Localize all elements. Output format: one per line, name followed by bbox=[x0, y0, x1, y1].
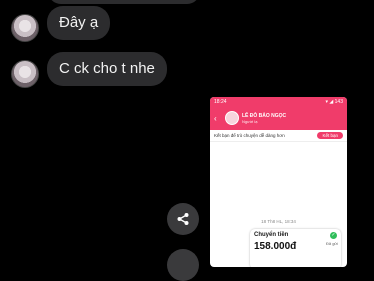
previous-message-bubble bbox=[48, 0, 200, 4]
screenshot-friend-bar: Kết bạn để trò chuyện dễ dàng hơn Kết bạ… bbox=[210, 130, 347, 142]
message-bubble[interactable]: Đây ạ bbox=[47, 6, 111, 40]
screenshot-contact-avatar bbox=[225, 111, 239, 125]
transfer-title: Chuyển tiền bbox=[254, 232, 289, 238]
screenshot-time: 18:24 bbox=[214, 98, 227, 105]
screenshot-status-icons: ▾ ◢ 143 bbox=[325, 98, 343, 105]
sender-avatar[interactable] bbox=[11, 60, 39, 88]
screenshot-transfer-card: Chuyển tiền ✓ 158.000đ Đã gửi bbox=[250, 229, 341, 267]
message-action-button[interactable] bbox=[167, 249, 199, 281]
transfer-status: Đã gửi bbox=[325, 241, 338, 246]
back-arrow-icon: ‹ bbox=[214, 113, 217, 123]
check-icon: ✓ bbox=[330, 232, 337, 239]
share-button[interactable] bbox=[167, 203, 199, 235]
message-text: C ck cho t nhe bbox=[59, 60, 155, 77]
message-bubble[interactable]: C ck cho t nhe bbox=[47, 52, 167, 86]
sender-avatar[interactable] bbox=[11, 14, 39, 42]
image-attachment[interactable]: 18:24 ▾ ◢ 143 ‹ LÊ ĐỖ BẢO NGỌC Người lạ … bbox=[210, 97, 347, 267]
screenshot-friend-button: Kết bạn bbox=[317, 132, 343, 139]
screenshot-chat-header: ‹ LÊ ĐỖ BẢO NGỌC Người lạ bbox=[210, 106, 347, 130]
screenshot-contact-sub: Người lạ bbox=[242, 118, 258, 124]
screenshot-timestamp: 18 Th8 HL, 18:34 bbox=[261, 219, 296, 224]
screenshot-status-bar: 18:24 ▾ ◢ 143 bbox=[210, 97, 347, 106]
transfer-amount: 158.000đ bbox=[254, 241, 297, 252]
screenshot-friend-prompt: Kết bạn để trò chuyện dễ dàng hơn bbox=[214, 133, 285, 138]
message-text: Đây ạ bbox=[59, 14, 99, 31]
share-icon bbox=[177, 213, 189, 225]
